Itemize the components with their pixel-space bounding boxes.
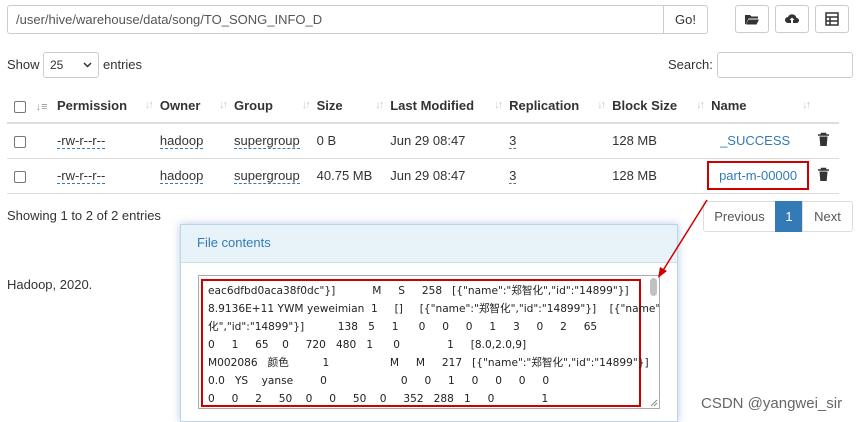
watermark: CSDN @yangwei_sir (701, 395, 843, 412)
size-cell: 0 B (312, 123, 387, 159)
group-cell[interactable]: supergroup (234, 168, 300, 184)
header-group[interactable]: Group ↓↑ (230, 89, 313, 124)
delete-button[interactable] (813, 123, 839, 159)
create-directory-button[interactable] (735, 5, 769, 33)
highlighted-contents-box: eac6dfbd0aca38f0dc"}] M S 258 [{"name":"… (201, 279, 660, 409)
footer-text: Hadoop, 2020. (7, 277, 93, 292)
table-row: -rw-r--r-- hadoop supergroup 0 B Jun 29 … (7, 123, 839, 159)
header-permission[interactable]: Permission ↓↑ (52, 89, 156, 124)
go-button[interactable]: Go! (663, 5, 708, 34)
entries-select[interactable]: 25 (43, 52, 99, 78)
block-size-cell: 128 MB (608, 123, 708, 159)
table-row: -rw-r--r-- hadoop supergroup 40.75 MB Ju… (7, 158, 839, 194)
block-size-cell: 128 MB (608, 158, 708, 194)
row-checkbox[interactable] (14, 135, 26, 148)
select-all-checkbox[interactable] (14, 100, 26, 113)
highlighted-file-box: part-m-00000 (707, 161, 810, 190)
header-size[interactable]: Size ↓↑ (312, 89, 387, 124)
file-content-line: 8.9136E+11 YWM yeweimian 1 [] [{"name":"… (208, 303, 660, 315)
header-last-modified[interactable]: Last Modified ↓↑ (386, 89, 506, 124)
group-cell[interactable]: supergroup (234, 133, 300, 150)
replication-cell[interactable]: 3 (509, 168, 517, 184)
show-label: Show (7, 57, 40, 72)
sort-icon: ↓↑ (375, 99, 384, 111)
header-name[interactable]: Name ↓↑ (707, 89, 814, 124)
file-contents-textarea[interactable]: eac6dfbd0aca38f0dc"}] M S 258 [{"name":"… (198, 275, 660, 409)
file-contents-text: eac6dfbd0aca38f0dc"}] M S 258 [{"name":"… (203, 281, 660, 409)
file-content-line: 0 0 2 50 0 0 50 0 352 288 1 0 1 (208, 393, 549, 405)
table-info: Showing 1 to 2 of 2 entries (7, 208, 161, 223)
sort-icon: ↓↑ (802, 99, 811, 111)
sort-icon: ↓↑ (696, 99, 705, 111)
header-replication[interactable]: Replication ↓↑ (505, 89, 609, 124)
sort-icon: ↓↑ (219, 99, 228, 111)
replication-cell[interactable]: 3 (509, 133, 517, 150)
entries-label: entries (103, 57, 143, 72)
sort-icon[interactable]: ↓≡ (36, 101, 48, 113)
select-all-header[interactable]: ↓≡ (7, 89, 53, 124)
row-checkbox[interactable] (14, 170, 26, 183)
owner-cell[interactable]: hadoop (159, 133, 204, 150)
folder-open-icon (745, 15, 759, 25)
header-actions (813, 89, 839, 124)
file-content-line: [8.0,2.0,9] (208, 408, 634, 409)
file-content-line: 0.0 YS yanse 0 0 0 1 0 0 0 0 (208, 375, 550, 387)
resize-grip-icon[interactable] (649, 398, 658, 407)
file-name-link[interactable]: part-m-00000 (719, 168, 797, 183)
upload-button[interactable] (775, 5, 809, 33)
previous-button[interactable]: Previous (703, 201, 776, 232)
trash-icon (818, 167, 830, 181)
header-block-size[interactable]: Block Size ↓↑ (608, 89, 708, 124)
sort-icon: ↓↑ (144, 99, 154, 111)
search-label: Search: (668, 57, 713, 72)
file-content-line: eac6dfbd0aca38f0dc"}] M S 258 [{"name":"… (208, 285, 629, 297)
cloud-upload-icon (785, 14, 799, 24)
trash-icon (818, 132, 830, 146)
sort-icon: ↓↑ (494, 99, 503, 111)
path-input[interactable] (7, 5, 664, 34)
delete-button[interactable] (813, 158, 839, 194)
search-input[interactable] (717, 52, 853, 78)
modified-cell: Jun 29 08:47 (386, 158, 506, 194)
entries-select-value: 25 (50, 58, 64, 72)
modal-title: File contents (181, 225, 677, 263)
sort-icon: ↓↑ (597, 99, 606, 111)
modified-cell: Jun 29 08:47 (386, 123, 506, 159)
table-icon (825, 12, 839, 26)
file-content-line: 化","id":"14899"}] 138 5 1 0 0 0 1 3 0 2 … (208, 321, 598, 333)
row-checkbox-cell (7, 158, 53, 194)
scrollbar[interactable] (648, 278, 658, 406)
cut-button[interactable] (815, 5, 849, 33)
sort-icon: ↓↑ (301, 99, 311, 111)
next-button[interactable]: Next (802, 201, 853, 232)
file-content-line: M002086 颜色 1 M M 217 [{"name":"郑智化","id"… (208, 357, 649, 369)
permission-cell[interactable]: -rw-r--r-- (56, 133, 106, 150)
header-owner[interactable]: Owner ↓↑ (155, 89, 230, 124)
file-table: ↓≡ Permission ↓↑ Owner ↓↑ Group ↓↑ Size ↓↑ L… (7, 89, 839, 194)
size-cell: 40.75 MB (312, 158, 387, 194)
owner-cell[interactable]: hadoop (159, 168, 204, 184)
permission-cell[interactable]: -rw-r--r-- (56, 168, 106, 184)
scrollbar-thumb[interactable] (650, 278, 657, 296)
table-header-row: ↓≡ Permission ↓↑ Owner ↓↑ Group ↓↑ Size ↓↑ L… (7, 89, 839, 124)
file-contents-modal: File contents eac6dfbd0aca38f0dc"}] M S … (180, 224, 678, 422)
row-checkbox-cell (7, 123, 53, 159)
file-name-link[interactable]: _SUCCESS (720, 133, 790, 148)
chevron-down-icon (83, 62, 92, 68)
file-content-line: 0 1 65 0 720 480 1 0 1 [8.0,2.0,9] (208, 339, 527, 351)
page-1-button[interactable]: 1 (775, 201, 803, 232)
